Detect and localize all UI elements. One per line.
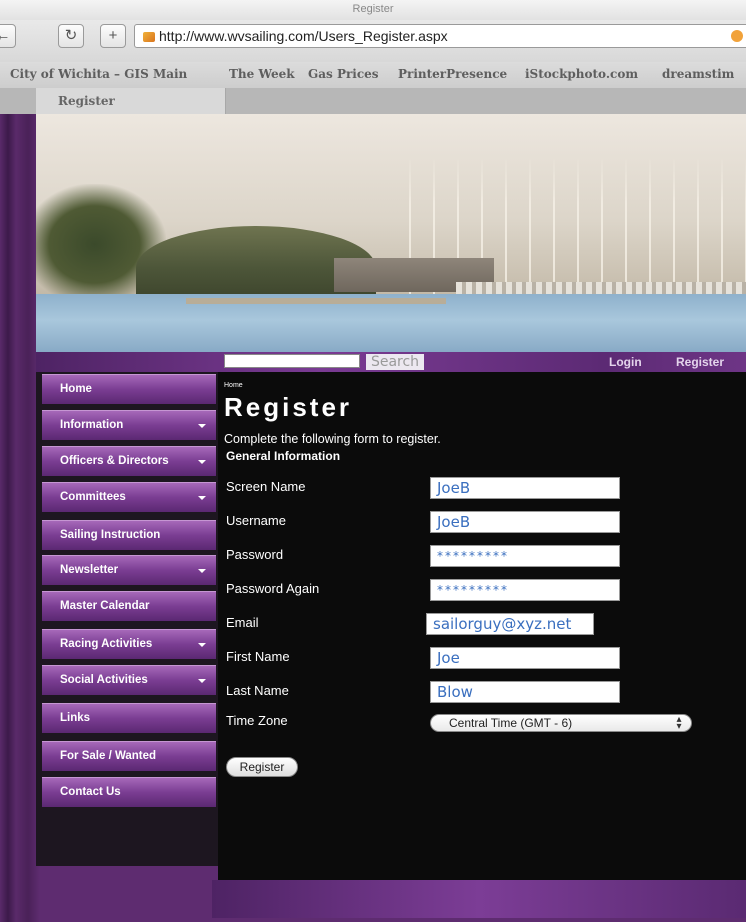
bookmark-dreamstime[interactable]: dreamstim xyxy=(662,67,734,81)
bookmark-gas-prices[interactable]: Gas Prices xyxy=(308,67,379,81)
sidebar-item-label: Social Activities xyxy=(60,674,148,686)
login-link[interactable]: Login xyxy=(609,355,642,369)
register-link[interactable]: Register xyxy=(676,355,724,369)
bookmark-printerpresence[interactable]: PrinterPresence xyxy=(398,67,507,81)
sidebar-item-label: Sailing Instruction xyxy=(60,529,161,541)
browser-toolbar: ← ↻ + http://www.wvsailing.com/Users_Reg… xyxy=(0,20,746,62)
password-field[interactable]: ********* xyxy=(430,545,620,567)
username-field[interactable]: JoeB xyxy=(430,511,620,533)
marina-banner-image xyxy=(36,114,746,352)
sidebar-item-home[interactable]: Home xyxy=(42,374,216,404)
first-name-label: First Name xyxy=(226,649,290,664)
new-tab-button[interactable]: + xyxy=(100,24,126,48)
chevron-down-icon xyxy=(198,424,206,428)
password-again-label: Password Again xyxy=(226,581,320,596)
sidebar-item-label: Committees xyxy=(60,491,126,503)
sidebar-item-label: Newsletter xyxy=(60,564,119,576)
sidebar-item-label: Information xyxy=(60,419,124,431)
reload-button[interactable]: ↻ xyxy=(58,24,84,48)
rss-icon[interactable] xyxy=(731,30,743,42)
username-label: Username xyxy=(226,513,286,528)
sidebar-item-officers-directors[interactable]: Officers & Directors xyxy=(42,446,216,476)
sidebar-item-committees[interactable]: Committees xyxy=(42,482,216,512)
sidebar-item-label: Links xyxy=(60,712,91,724)
window-title: Register xyxy=(0,0,746,20)
address-url: http://www.wvsailing.com/Users_Register.… xyxy=(159,28,448,44)
email-field[interactable]: sailorguy@xyz.net xyxy=(426,613,594,635)
sidebar-item-label: Contact Us xyxy=(60,786,121,798)
register-submit-button[interactable]: Register xyxy=(226,757,298,777)
footer-bar xyxy=(212,880,746,918)
bookmarks-bar: City of Wichita – GIS Main The Week Gas … xyxy=(0,62,746,89)
section-heading: General Information xyxy=(226,449,341,463)
sidebar-item-label: Home xyxy=(60,383,92,395)
last-name-field[interactable]: Blow xyxy=(430,681,620,703)
chevron-down-icon xyxy=(198,496,206,500)
first-name-field[interactable]: Joe xyxy=(430,647,620,669)
sidebar-item-information[interactable]: Information xyxy=(42,410,216,440)
sidebar-item-newsletter[interactable]: Newsletter xyxy=(42,555,216,585)
search-input[interactable] xyxy=(224,354,360,368)
chevron-down-icon xyxy=(198,679,206,683)
sidebar-item-label: Officers & Directors xyxy=(60,455,169,467)
timezone-value: Central Time (GMT - 6) xyxy=(449,716,573,730)
sidebar-item-master-calendar[interactable]: Master Calendar xyxy=(42,591,216,621)
tab-strip: Register xyxy=(0,88,746,114)
bookmark-istockphoto[interactable]: iStockphoto.com xyxy=(525,67,638,81)
search-button[interactable]: Search xyxy=(366,354,424,370)
breadcrumb[interactable]: Home xyxy=(224,382,243,389)
sidebar-item-contact-us[interactable]: Contact Us xyxy=(42,777,216,807)
bookmark-the-week[interactable]: The Week xyxy=(229,67,295,81)
last-name-label: Last Name xyxy=(226,683,289,698)
chevron-down-icon xyxy=(198,643,206,647)
sidebar-item-label: Racing Activities xyxy=(60,638,153,650)
email-label: Email xyxy=(226,615,259,630)
bookmark-gis[interactable]: City of Wichita – GIS Main xyxy=(10,67,187,81)
sidebar-item-links[interactable]: Links xyxy=(42,703,216,733)
chevron-down-icon xyxy=(198,569,206,573)
sidebar-item-racing-activities[interactable]: Racing Activities xyxy=(42,629,216,659)
tab-register[interactable]: Register xyxy=(36,88,226,114)
screen-name-label: Screen Name xyxy=(226,479,306,494)
timezone-label: Time Zone xyxy=(226,713,288,728)
sidebar-item-social-activities[interactable]: Social Activities xyxy=(42,665,216,695)
password-again-field[interactable]: ********* xyxy=(430,579,620,601)
select-arrows-icon: ▴ ▾ xyxy=(676,714,682,732)
address-bar[interactable]: http://www.wvsailing.com/Users_Register.… xyxy=(134,24,746,48)
sidebar-item-label: Master Calendar xyxy=(60,600,150,612)
timezone-select[interactable]: Central Time (GMT - 6) ▴ ▾ xyxy=(430,714,692,732)
password-label: Password xyxy=(226,547,284,562)
page-subtitle: Complete the following form to register. xyxy=(224,432,441,446)
page-title: Register xyxy=(224,392,353,422)
back-button[interactable]: ← xyxy=(0,24,16,48)
sidebar-item-sailing-instruction[interactable]: Sailing Instruction xyxy=(42,520,216,550)
site-favicon-icon xyxy=(143,32,155,42)
screen-name-field[interactable]: JoeB xyxy=(430,477,620,499)
sidebar-item-label: For Sale / Wanted xyxy=(60,750,157,762)
sidebar-item-for-sale-wanted[interactable]: For Sale / Wanted xyxy=(42,741,216,771)
chevron-down-icon xyxy=(198,460,206,464)
